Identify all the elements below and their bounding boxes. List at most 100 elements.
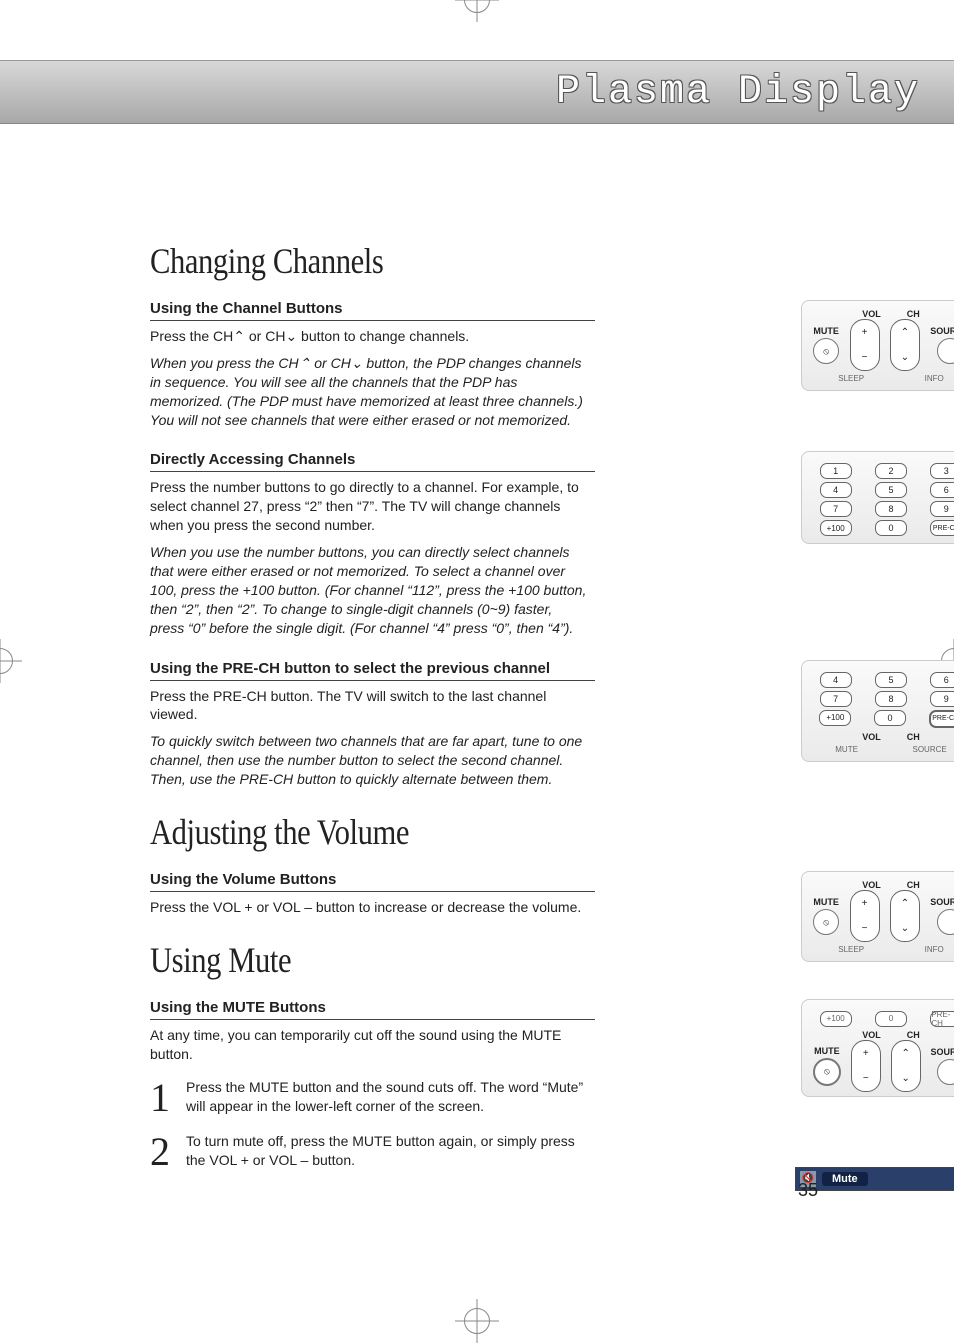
num-2-button[interactable]: 2 xyxy=(875,463,907,479)
num-0-button[interactable]: 0 xyxy=(875,520,907,536)
num-9-button[interactable]: 9 xyxy=(930,501,954,517)
plus-icon: + xyxy=(862,898,868,909)
minus-icon: − xyxy=(863,1073,869,1084)
label-vol: VOL xyxy=(862,309,881,319)
num-7-button[interactable]: 7 xyxy=(820,691,852,707)
label-mute: MUTE xyxy=(835,745,858,754)
num-8-button[interactable]: 8 xyxy=(875,691,907,707)
label-mute: MUTE xyxy=(813,326,839,336)
prech-button-highlight[interactable]: PRE-CH xyxy=(929,710,954,728)
figure-remote-mute: +100 0 PRE-CH VOL CH MUTE ⦸ + − xyxy=(801,999,954,1097)
label-source: SOURCE xyxy=(912,745,946,754)
num-0-button[interactable]: 0 xyxy=(874,710,906,726)
num-4-button[interactable]: 4 xyxy=(820,482,852,498)
prech-button[interactable]: PRE-CH xyxy=(930,1011,954,1027)
num-7-button[interactable]: 7 xyxy=(820,501,852,517)
heading-adjusting-volume: Adjusting the Volume xyxy=(150,811,694,853)
num-5-button[interactable]: 5 xyxy=(875,672,907,688)
mute-button-highlight[interactable]: ⦸ xyxy=(813,1058,841,1086)
minus-icon: − xyxy=(862,923,868,934)
header-title: Plasma Display xyxy=(556,70,920,115)
figure-remote-vol-ch: VOL CH MUTE ⦸ + − ⌃ ⌄ xyxy=(801,300,954,391)
label-ch: CH xyxy=(907,1030,920,1040)
step-2: 2 To turn mute off, press the MUTE butto… xyxy=(150,1132,590,1172)
chevron-up-icon: ⌃ xyxy=(901,898,909,909)
step-number-2: 2 xyxy=(150,1132,170,1172)
block-volume: Using the Volume Buttons Press the VOL +… xyxy=(150,871,790,917)
label-source: SOURCE xyxy=(930,897,954,907)
label-mute: MUTE xyxy=(813,1046,841,1056)
chevron-down-icon: ⌄ xyxy=(901,923,909,934)
page-number: 35 xyxy=(798,1180,818,1201)
label-vol: VOL xyxy=(862,732,881,742)
num-9-button[interactable]: 9 xyxy=(930,691,954,707)
mute-button[interactable]: ⦸ xyxy=(813,338,839,364)
plus100-button[interactable]: +100 xyxy=(820,1011,852,1027)
chevron-up-icon: ⌃ xyxy=(901,1048,909,1059)
prech-button[interactable]: PRE-CH xyxy=(930,520,954,536)
figure-remote-numpad: 1 2 3 4 5 6 7 8 9 +100 0 PRE-CH xyxy=(801,451,954,544)
vol-rocker[interactable]: + − xyxy=(851,1040,881,1092)
num-6-button[interactable]: 6 xyxy=(930,482,954,498)
num-8-button[interactable]: 8 xyxy=(875,501,907,517)
text-volume: Press the VOL + or VOL – button to incre… xyxy=(150,898,590,917)
vol-rocker[interactable]: + − xyxy=(850,319,880,371)
label-ch: CH xyxy=(907,309,920,319)
chevron-up-icon: ⌃ xyxy=(901,327,909,338)
label-info: INFO xyxy=(925,374,944,383)
label-info: INFO xyxy=(925,945,944,954)
heading-changing-channels: Changing Channels xyxy=(150,240,694,282)
chevron-down-icon: ⌄ xyxy=(901,1073,909,1084)
label-sleep: SLEEP xyxy=(838,945,864,954)
subhead-volume: Using the Volume Buttons xyxy=(150,871,595,892)
step-1-text: Press the MUTE button and the sound cuts… xyxy=(186,1078,590,1118)
chevron-down-icon: ⌄ xyxy=(351,355,363,371)
ch-rocker[interactable]: ⌃ ⌄ xyxy=(890,890,920,942)
num-0-button[interactable]: 0 xyxy=(875,1011,907,1027)
ch-rocker[interactable]: ⌃ ⌄ xyxy=(890,319,920,371)
main-content: Changing Channels Using the Channel Butt… xyxy=(150,240,790,1194)
source-button[interactable] xyxy=(937,909,954,935)
block-direct-access: Directly Accessing Channels Press the nu… xyxy=(150,451,790,637)
ch-rocker[interactable]: ⌃ ⌄ xyxy=(891,1040,921,1092)
osd-mute-overlay: 🔇 Mute xyxy=(795,1167,954,1191)
subhead-prech: Using the PRE-CH button to select the pr… xyxy=(150,660,595,681)
chevron-up-icon: ⌃ xyxy=(299,355,311,371)
vol-rocker[interactable]: + − xyxy=(850,890,880,942)
register-mark-bottom xyxy=(464,1308,490,1334)
plus100-button[interactable]: +100 xyxy=(820,520,852,536)
block-mute: Using the MUTE Buttons At any time, you … xyxy=(150,999,790,1172)
num-5-button[interactable]: 5 xyxy=(875,482,907,498)
num-3-button[interactable]: 3 xyxy=(930,463,954,479)
osd-mute-label: Mute xyxy=(822,1172,868,1186)
step-1: 1 Press the MUTE button and the sound cu… xyxy=(150,1078,590,1118)
plus100-button[interactable]: +100 xyxy=(819,710,851,726)
source-button[interactable] xyxy=(937,1059,954,1085)
step-number-1: 1 xyxy=(150,1078,170,1118)
label-ch: CH xyxy=(907,880,920,890)
subhead-direct-access: Directly Accessing Channels xyxy=(150,451,595,472)
num-1-button[interactable]: 1 xyxy=(820,463,852,479)
block-prech: Using the PRE-CH button to select the pr… xyxy=(150,660,790,789)
label-source: SOURCE xyxy=(930,326,954,336)
header-band: Plasma Display xyxy=(0,60,954,124)
subhead-mute: Using the MUTE Buttons xyxy=(150,999,595,1020)
num-4-button[interactable]: 4 xyxy=(820,672,852,688)
label-source: SOURCE xyxy=(931,1047,954,1057)
register-mark-top xyxy=(464,0,490,13)
source-button[interactable] xyxy=(937,338,954,364)
text-channel-buttons: Press the CH⌃ or CH⌄ button to change ch… xyxy=(150,327,590,346)
figure-remote-prech: 4 5 6 7 8 9 +100 0 PRE-CH VOL CH xyxy=(801,660,954,762)
plus-icon: + xyxy=(862,327,868,338)
heading-using-mute: Using Mute xyxy=(150,939,694,981)
block-channel-buttons: Using the Channel Buttons Press the CH⌃ … xyxy=(150,300,790,429)
chevron-up-icon: ⌃ xyxy=(233,328,245,344)
chevron-down-icon: ⌄ xyxy=(285,328,297,344)
mute-button[interactable]: ⦸ xyxy=(813,909,839,935)
num-6-button[interactable]: 6 xyxy=(930,672,954,688)
note-channel-buttons: When you press the CH⌃ or CH⌄ button, th… xyxy=(150,354,590,430)
label-vol: VOL xyxy=(862,1030,881,1040)
plus-icon: + xyxy=(863,1048,869,1059)
step-2-text: To turn mute off, press the MUTE button … xyxy=(186,1132,590,1172)
label-sleep: SLEEP xyxy=(838,374,864,383)
